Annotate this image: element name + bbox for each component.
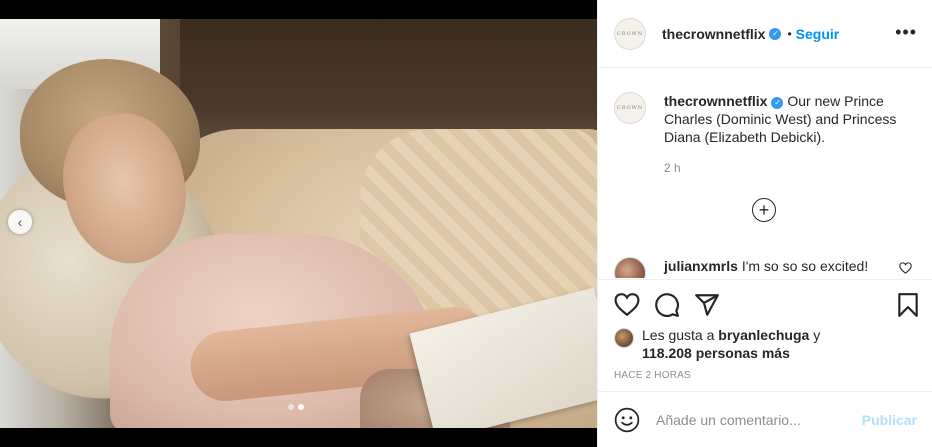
carousel-prev-button[interactable]: ‹ [8, 210, 32, 234]
likes-text: Les gusta a bryanlechuga y 118.208 perso… [642, 326, 852, 362]
post-actions: Les gusta a bryanlechuga y 118.208 perso… [598, 279, 932, 391]
comment-item: julianxmrls I'm so so so excited! [614, 254, 919, 278]
chevron-left-icon: ‹ [17, 214, 23, 230]
plus-icon: + [758, 200, 770, 220]
bookmark-save-icon[interactable] [895, 292, 921, 318]
post-caption: CROWN thecrownnetflix ✓ Our new Prince Ch… [614, 92, 919, 146]
carousel-dot [288, 404, 294, 410]
post-media: ‹ [0, 0, 597, 447]
comment-username[interactable]: julianxmrls [664, 258, 738, 274]
likes-summary: Les gusta a bryanlechuga y 118.208 perso… [614, 326, 852, 362]
carousel-indicator [288, 404, 304, 410]
comment-input[interactable] [656, 411, 854, 428]
likes-connector: y [813, 327, 821, 343]
author-avatar[interactable]: CROWN [614, 17, 646, 50]
load-more-comments-button[interactable]: + [752, 198, 776, 222]
caption-time: 2 h [664, 161, 681, 175]
emoji-smiley-icon[interactable] [614, 407, 640, 433]
liker-username[interactable]: bryanlechuga [718, 327, 809, 343]
comment-body: julianxmrls I'm so so so excited! [664, 258, 868, 274]
post-side-panel: CROWN thecrownnetflix ✓ • Seguir ••• CRO… [597, 0, 932, 447]
share-send-icon[interactable] [694, 292, 720, 318]
add-comment-bar: Publicar [598, 391, 932, 447]
like-heart-icon[interactable] [614, 292, 640, 318]
comment-text: I'm so so so excited! [741, 258, 869, 274]
post-photo [0, 19, 597, 428]
likes-count[interactable]: 118.208 personas más [642, 345, 790, 361]
likes-prefix: Les gusta a [642, 327, 715, 343]
publish-button[interactable]: Publicar [862, 412, 917, 428]
follow-button[interactable]: Seguir [796, 26, 840, 42]
caption-body: thecrownnetflix ✓ Our new Prince Charles … [664, 92, 919, 146]
post-header: CROWN thecrownnetflix ✓ • Seguir ••• [598, 0, 932, 68]
author-username[interactable]: thecrownnetflix [662, 26, 765, 42]
more-options-icon[interactable]: ••• [895, 22, 917, 43]
post-timestamp[interactable]: HACE 2 HORAS [614, 370, 691, 381]
caption-username[interactable]: thecrownnetflix [664, 93, 767, 109]
comment-bubble-icon[interactable] [654, 292, 680, 318]
separator-dot: • [787, 26, 792, 41]
verified-badge-icon: ✓ [771, 97, 784, 109]
caption-author-avatar[interactable]: CROWN [614, 92, 646, 124]
liker-avatar[interactable] [614, 328, 634, 348]
comment-like-heart-icon[interactable] [899, 262, 912, 274]
commenter-avatar[interactable] [614, 257, 646, 278]
avatar-logo-text: CROWN [616, 30, 644, 37]
carousel-dot-active [298, 404, 304, 410]
verified-badge-icon: ✓ [769, 27, 782, 40]
avatar-logo-text: CROWN [616, 105, 644, 111]
